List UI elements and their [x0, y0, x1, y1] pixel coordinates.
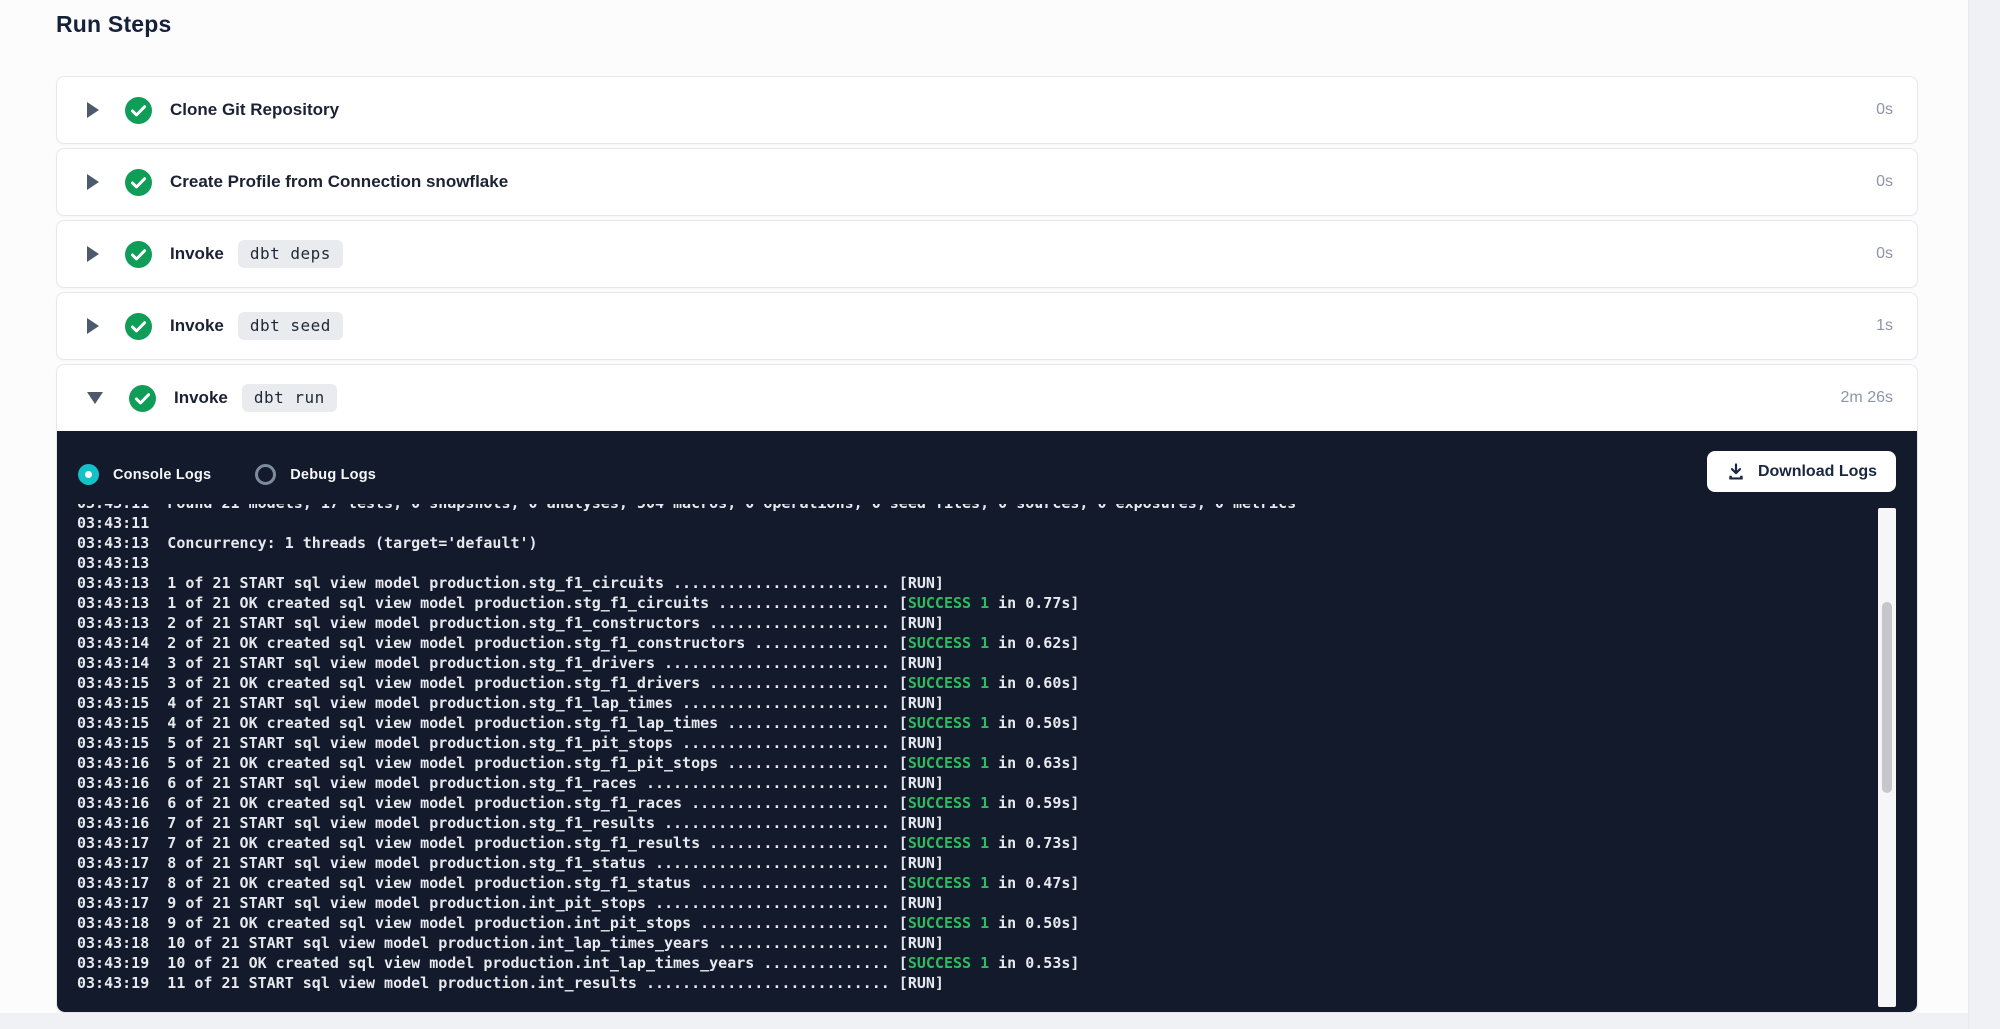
log-line: 03:43:16 6 of 21 OK created sql view mod…	[77, 793, 1873, 813]
success-check-icon	[125, 169, 152, 196]
log-success-tag: SUCCESS 1	[908, 634, 989, 652]
success-check-icon	[125, 97, 152, 124]
log-line: 03:43:13 2 of 21 START sql view model pr…	[77, 613, 1873, 633]
log-type-radio-group: Console Logs Debug Logs	[78, 464, 420, 485]
log-line: 03:43:13 1 of 21 OK created sql view mod…	[77, 593, 1873, 613]
radio-unselected-icon	[255, 464, 276, 485]
command-badge-dbt-seed: dbt seed	[238, 312, 343, 340]
log-line: 03:43:15 3 of 21 OK created sql view mod…	[77, 673, 1873, 693]
log-line: 03:43:15 4 of 21 OK created sql view mod…	[77, 713, 1873, 733]
command-badge-dbt-deps: dbt deps	[238, 240, 343, 268]
log-success-tag: SUCCESS 1	[908, 954, 989, 972]
radio-label: Debug Logs	[290, 467, 376, 483]
page-title: Run Steps	[56, 11, 172, 38]
step-title: Clone Git Repository	[170, 100, 339, 120]
chevron-right-icon[interactable]	[87, 102, 99, 118]
chevron-right-icon[interactable]	[87, 174, 99, 190]
log-panel: Console Logs Debug Logs Download Logs 03:43…	[57, 431, 1917, 1012]
log-line: 03:43:17 8 of 21 START sql view model pr…	[77, 853, 1873, 873]
run-step-card-3: Invoke dbt deps 0s	[56, 220, 1918, 288]
run-step-card-2: Create Profile from Connection snowflake…	[56, 148, 1918, 216]
step-duration: 0s	[1876, 173, 1893, 191]
run-step-header[interactable]: Clone Git Repository 0s	[57, 77, 1917, 143]
download-logs-button[interactable]: Download Logs	[1707, 451, 1896, 492]
step-title: Invoke	[174, 388, 228, 408]
success-check-icon	[125, 313, 152, 340]
log-success-tag: SUCCESS 1	[908, 754, 989, 772]
log-panel-toolbar: Console Logs Debug Logs Download Logs	[57, 431, 1917, 504]
chevron-right-icon[interactable]	[87, 246, 99, 262]
log-line: 03:43:18 9 of 21 OK created sql view mod…	[77, 913, 1873, 933]
command-badge-dbt-run: dbt run	[242, 384, 337, 412]
chevron-down-icon[interactable]	[87, 392, 103, 404]
log-success-tag: SUCCESS 1	[908, 714, 989, 732]
log-line: 03:43:11	[77, 513, 1873, 533]
log-line: 03:43:16 5 of 21 OK created sql view mod…	[77, 753, 1873, 773]
step-title: Create Profile from Connection snowflake	[170, 172, 508, 192]
log-line: 03:43:18 10 of 21 START sql view model p…	[77, 933, 1873, 953]
log-success-tag: SUCCESS 1	[908, 874, 989, 892]
log-line: 03:43:16 7 of 21 START sql view model pr…	[77, 813, 1873, 833]
step-title: Invoke	[170, 244, 224, 264]
radio-selected-icon	[78, 464, 99, 485]
log-line: 03:43:19 10 of 21 OK created sql view mo…	[77, 953, 1873, 973]
log-success-tag: SUCCESS 1	[908, 674, 989, 692]
log-scrollbar-thumb[interactable]	[1882, 602, 1892, 793]
step-duration: 1s	[1876, 317, 1893, 335]
log-line: 03:43:14 2 of 21 OK created sql view mod…	[77, 633, 1873, 653]
step-duration: 0s	[1876, 101, 1893, 119]
log-line: 03:43:13 Concurrency: 1 threads (target=…	[77, 533, 1873, 553]
right-edge-strip	[1968, 0, 2000, 1029]
log-line: 03:43:17 7 of 21 OK created sql view mod…	[77, 833, 1873, 853]
log-line: 03:43:15 5 of 21 START sql view model pr…	[77, 733, 1873, 753]
download-logs-label: Download Logs	[1758, 463, 1877, 481]
log-scrollbar-track[interactable]	[1878, 508, 1896, 1007]
step-duration: 2m 26s	[1841, 389, 1893, 407]
log-line: 03:43:13 1 of 21 START sql view model pr…	[77, 573, 1873, 593]
tab-debug-logs[interactable]: Debug Logs	[255, 464, 376, 485]
step-title: Invoke	[170, 316, 224, 336]
log-line: 03:43:16 6 of 21 START sql view model pr…	[77, 773, 1873, 793]
radio-label: Console Logs	[113, 467, 211, 483]
run-step-card-5: Invoke dbt run 2m 26s Console Logs Debug Log…	[56, 364, 1918, 1013]
success-check-icon	[125, 241, 152, 268]
step-duration: 0s	[1876, 245, 1893, 263]
log-success-tag: SUCCESS 1	[908, 834, 989, 852]
log-line: 03:43:17 8 of 21 OK created sql view mod…	[77, 873, 1873, 893]
log-line: 03:43:19 11 of 21 START sql view model p…	[77, 973, 1873, 993]
log-success-tag: SUCCESS 1	[908, 794, 989, 812]
console-log-output[interactable]: 03:43:11 Found 21 models, 17 tests, 0 sn…	[77, 504, 1873, 1007]
run-step-header[interactable]: Invoke dbt seed 1s	[57, 293, 1917, 359]
download-icon	[1726, 462, 1746, 482]
tab-console-logs[interactable]: Console Logs	[78, 464, 211, 485]
log-line: 03:43:11 Found 21 models, 17 tests, 0 sn…	[77, 504, 1873, 513]
chevron-right-icon[interactable]	[87, 318, 99, 334]
bottom-edge-strip	[0, 1013, 1968, 1029]
success-check-icon	[129, 385, 156, 412]
run-steps-list: Clone Git Repository0sCreate Profile fro…	[56, 76, 1918, 1017]
log-line: 03:43:15 4 of 21 START sql view model pr…	[77, 693, 1873, 713]
log-success-tag: SUCCESS 1	[908, 914, 989, 932]
log-line: 03:43:14 3 of 21 START sql view model pr…	[77, 653, 1873, 673]
run-step-header[interactable]: Invoke dbt deps 0s	[57, 221, 1917, 287]
run-step-card-4: Invoke dbt seed 1s	[56, 292, 1918, 360]
log-success-tag: SUCCESS 1	[908, 594, 989, 612]
console-log-lines: 03:43:11 Found 21 models, 17 tests, 0 sn…	[77, 504, 1873, 993]
log-line: 03:43:17 9 of 21 START sql view model pr…	[77, 893, 1873, 913]
run-step-card-1: Clone Git Repository 0s	[56, 76, 1918, 144]
run-step-header[interactable]: Invoke dbt run 2m 26s	[57, 365, 1917, 431]
log-line: 03:43:13	[77, 553, 1873, 573]
run-steps-page: { "page": { "title": "Run Steps", "backg…	[0, 0, 2000, 1029]
run-step-header[interactable]: Create Profile from Connection snowflake…	[57, 149, 1917, 215]
